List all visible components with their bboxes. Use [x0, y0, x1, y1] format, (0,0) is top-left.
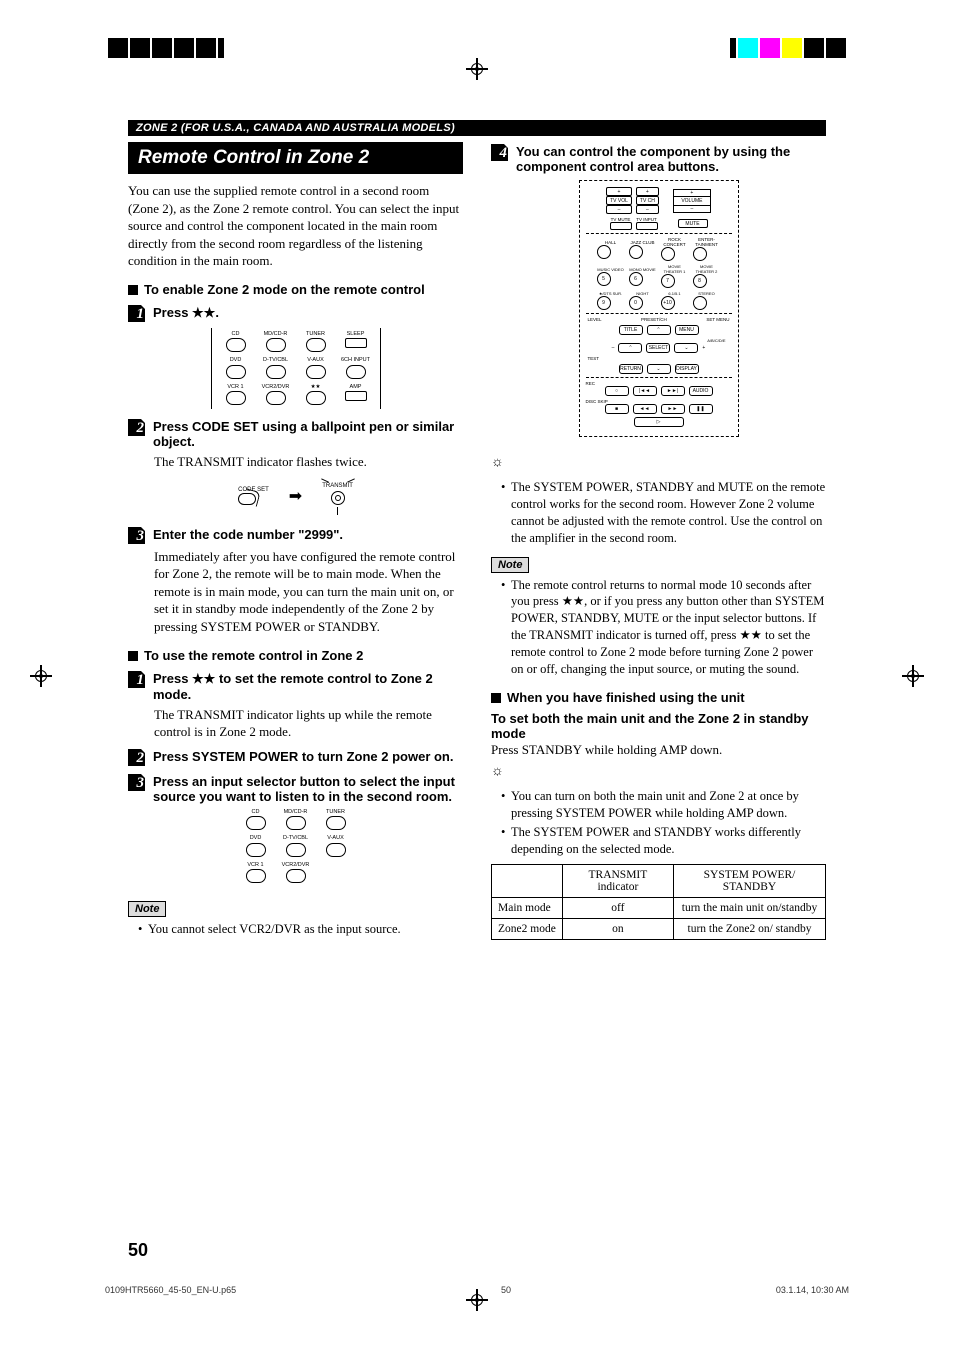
- content-area: ZONE 2 (FOR U.S.A., CANADA AND AUSTRALIA…: [128, 120, 826, 1261]
- finish-heading: When you have finished using the unit: [491, 690, 826, 705]
- registration-mark-bottom: [466, 1289, 488, 1311]
- use-step-3: 3Press an input selector button to selec…: [128, 774, 463, 804]
- step-2-body: The TRANSMIT indicator flashes twice.: [154, 453, 463, 471]
- remote-diagram-2: CD MD/CD-R TUNER DVD D-TV/CBL V-AUX VCR …: [231, 810, 361, 884]
- crop-marks-top: [0, 38, 954, 78]
- right-column: 4You can control the component by using …: [491, 142, 826, 940]
- tip-right: The SYSTEM POWER, STANDBY and MUTE on th…: [501, 479, 826, 547]
- registration-mark-right: [902, 665, 924, 687]
- page-number: 50: [128, 1240, 148, 1261]
- step-3: 3Enter the code number "2999".: [128, 527, 463, 544]
- registration-blocks-left: [108, 38, 226, 58]
- remote-diagram-1: CD MD/CD-R TUNER SLEEP DVD D-TV/CBL V-AU…: [211, 328, 381, 410]
- finish-body: Press STANDBY while holding AMP down.: [491, 741, 826, 759]
- registration-mark-left: [30, 665, 52, 687]
- left-column: Remote Control in Zone 2 You can use the…: [128, 142, 463, 940]
- registration-mark-top: [466, 58, 488, 80]
- finish-tip2: The SYSTEM POWER and STANDBY works diffe…: [501, 824, 826, 858]
- registration-blocks-right: [728, 38, 846, 58]
- note-label-right: Note: [491, 557, 529, 573]
- step-2: 2Press CODE SET using a ballpoint pen or…: [128, 419, 463, 449]
- tip-icon-2: [491, 768, 511, 782]
- note-left-item: You cannot select VCR2/DVR as the input …: [138, 921, 463, 938]
- use-step-1: 1Press ★★ to set the remote control to Z…: [128, 671, 463, 702]
- page: ZONE 2 (FOR U.S.A., CANADA AND AUSTRALIA…: [0, 0, 954, 1351]
- intro-paragraph: You can use the supplied remote control …: [128, 182, 463, 270]
- finish-sub: To set both the main unit and the Zone 2…: [491, 711, 826, 741]
- page-title: Remote Control in Zone 2: [128, 142, 463, 174]
- step-1: 1Press ★★.: [128, 305, 463, 322]
- note-label-left: Note: [128, 901, 166, 917]
- codeset-diagram: CODE SET ➡ TRANSMIT: [128, 477, 463, 515]
- use-step-2: 2Press SYSTEM POWER to turn Zone 2 power…: [128, 749, 463, 766]
- section-header: ZONE 2 (FOR U.S.A., CANADA AND AUSTRALIA…: [128, 120, 826, 136]
- crop-marks-bottom: [0, 1281, 954, 1321]
- arrow-icon: ➡: [289, 486, 302, 506]
- remote-diagram-big: +TV VOL– +TV CH– +VOLUME– TV MUTE TV INP…: [579, 180, 739, 437]
- use-step-1-body: The TRANSMIT indicator lights up while t…: [154, 706, 463, 741]
- tip-icon: [491, 459, 511, 473]
- step-4: 4You can control the component by using …: [491, 144, 826, 174]
- finish-tip1: You can turn on both the main unit and Z…: [501, 788, 826, 822]
- step-3-body: Immediately after you have configured th…: [154, 548, 463, 636]
- enable-heading: To enable Zone 2 mode on the remote cont…: [128, 282, 463, 297]
- mode-table: TRANSMIT indicator SYSTEM POWER/ STANDBY…: [491, 864, 826, 940]
- note-right-item: The remote control returns to normal mod…: [501, 577, 826, 678]
- use-heading: To use the remote control in Zone 2: [128, 648, 463, 663]
